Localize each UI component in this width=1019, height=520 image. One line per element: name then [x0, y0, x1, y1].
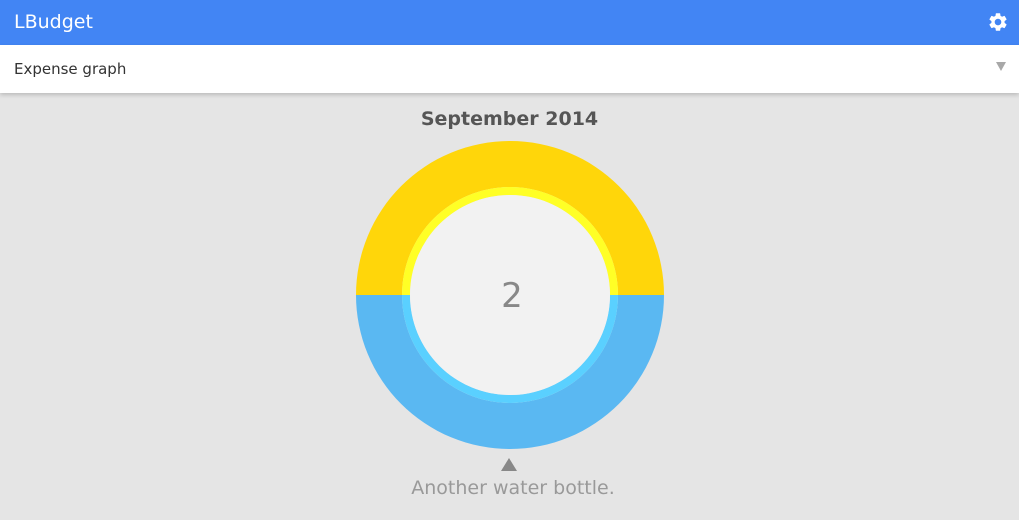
- app-bar: LBudget: [0, 0, 1019, 45]
- month-title: September 2014: [420, 108, 599, 130]
- view-selector-label: Expense graph: [14, 60, 127, 78]
- gear-icon: [989, 13, 1007, 31]
- dropdown-triangle-icon: [996, 62, 1006, 71]
- triangle-up-icon: [501, 458, 517, 471]
- selected-item-label: Another water bottle.: [411, 477, 615, 499]
- app-title: LBudget: [14, 11, 93, 33]
- center-value: 2: [501, 276, 523, 316]
- settings-button[interactable]: [987, 11, 1009, 33]
- view-bar: Expense graph: [0, 45, 1019, 93]
- view-selector[interactable]: Expense graph: [0, 45, 1019, 93]
